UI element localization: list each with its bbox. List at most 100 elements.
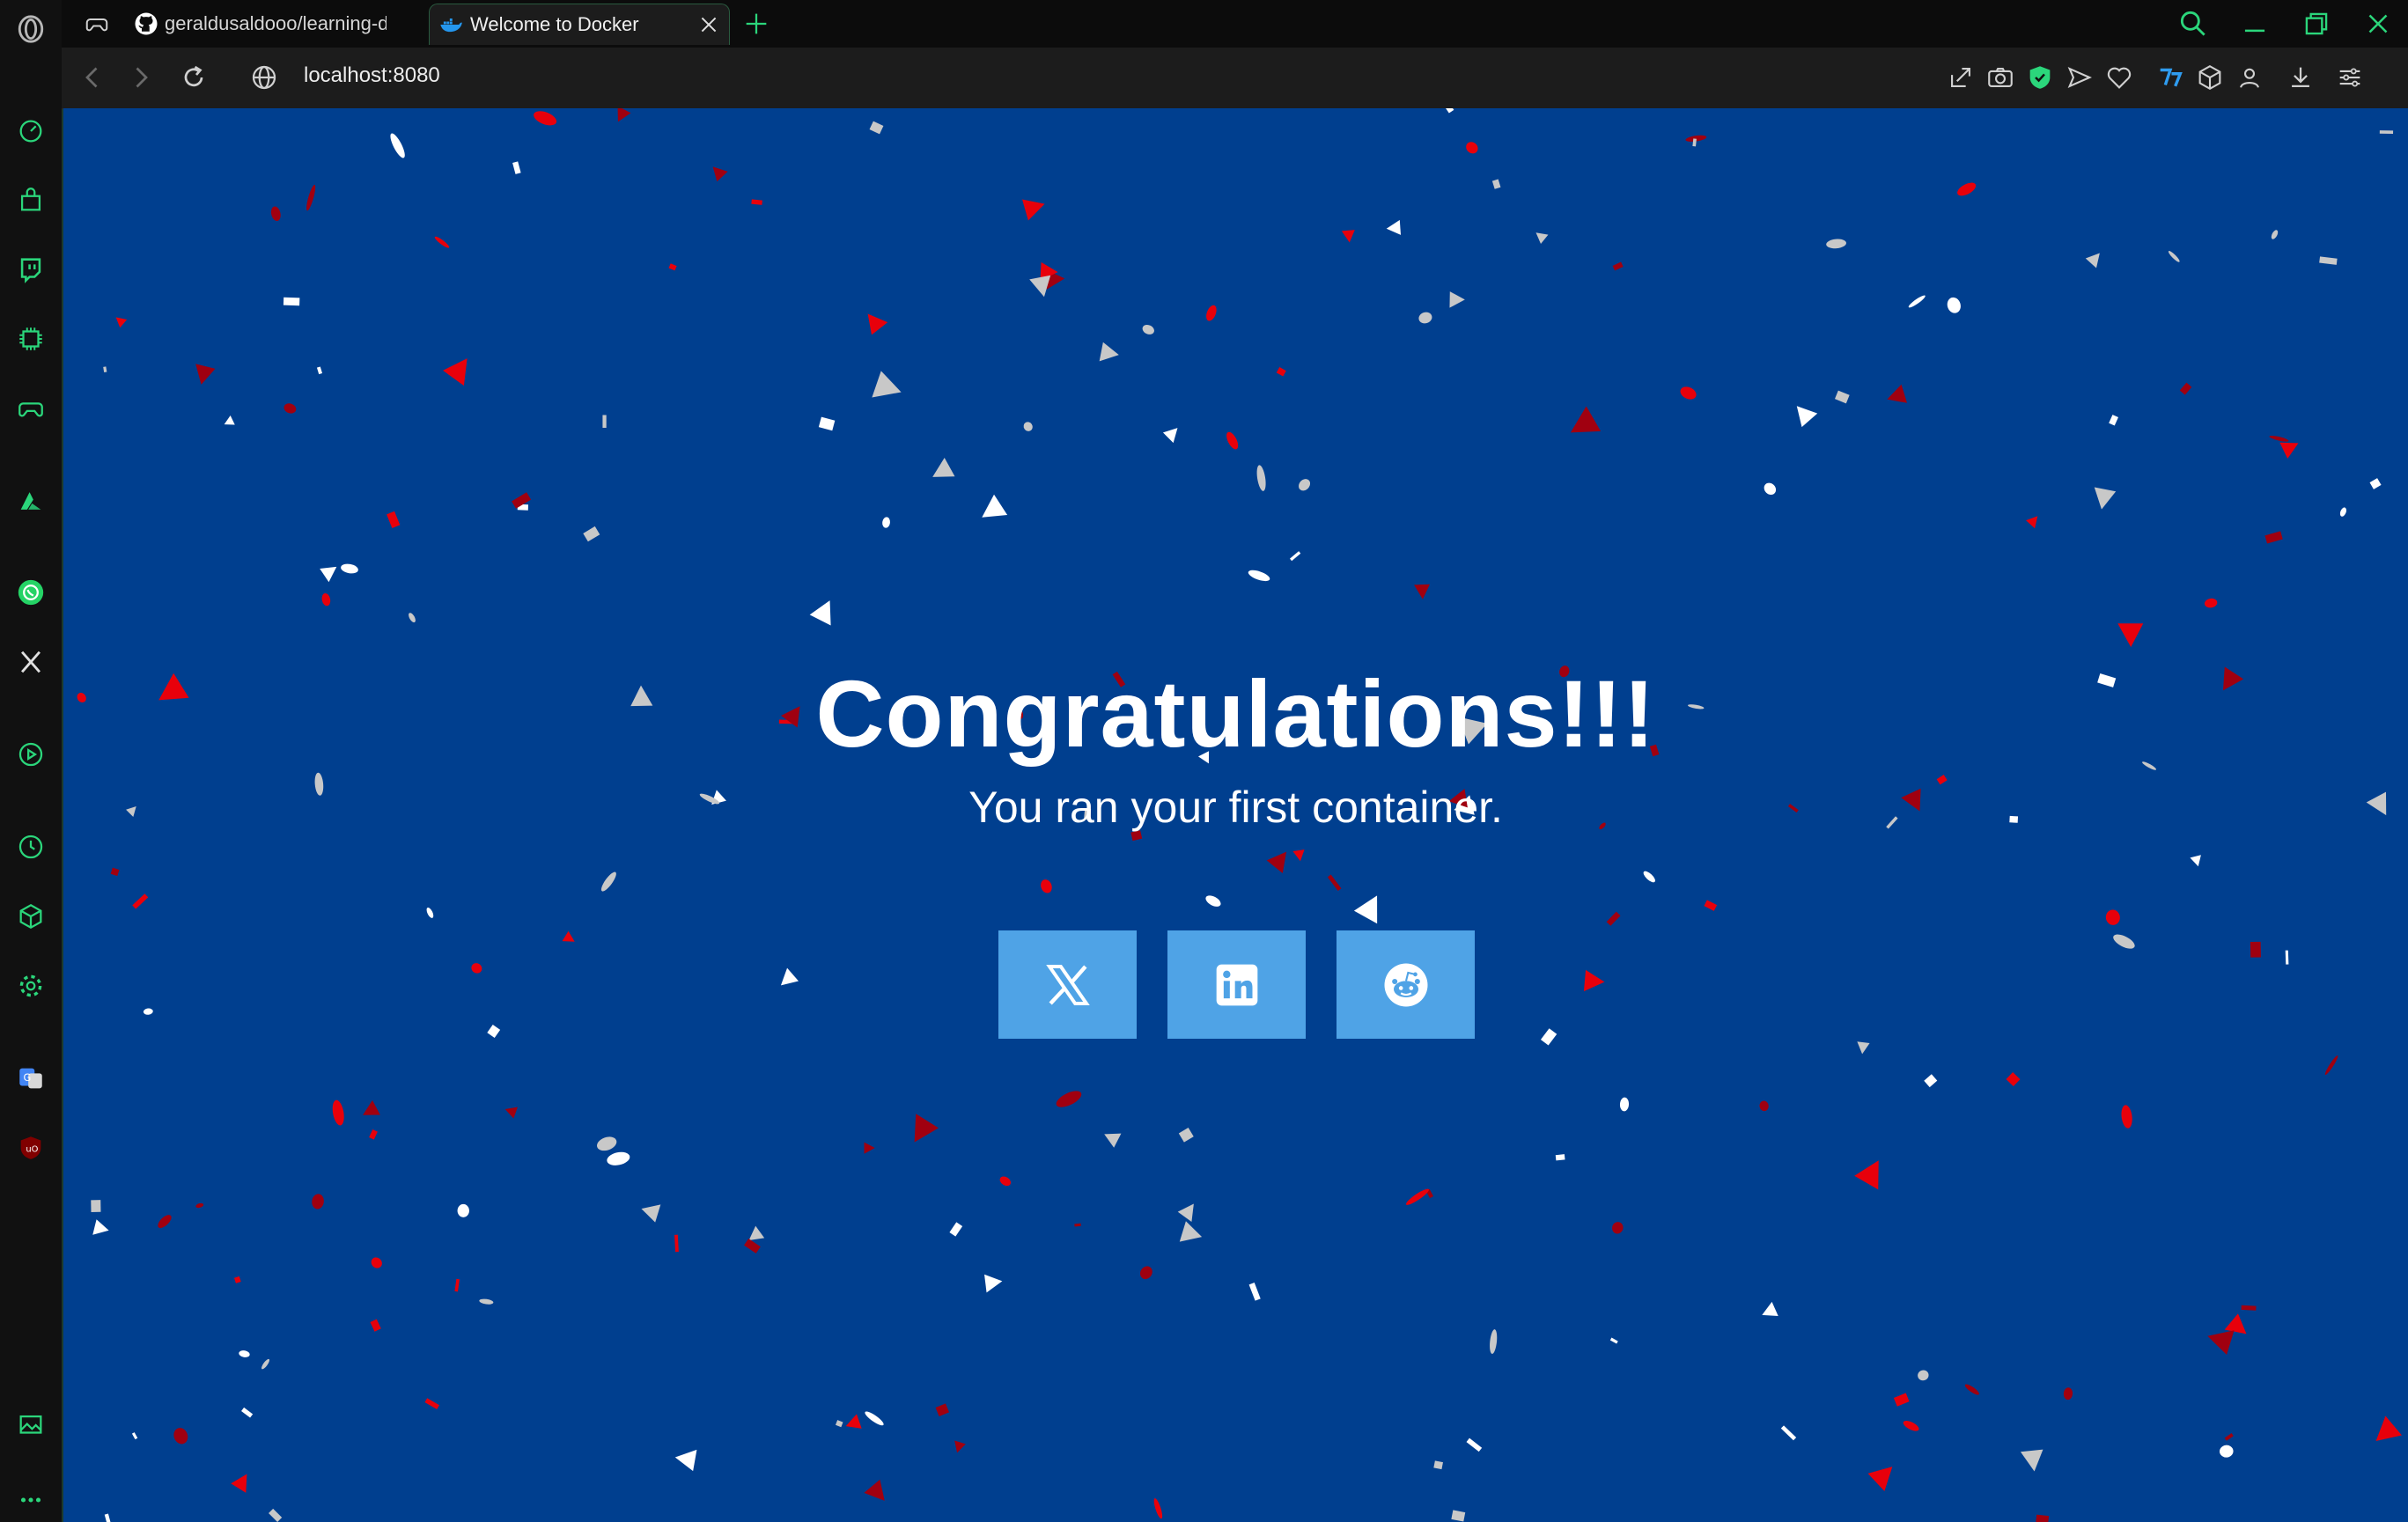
opera-logo-icon[interactable] <box>12 11 49 48</box>
download-icon[interactable] <box>2286 62 2316 92</box>
search-tabs-icon[interactable] <box>2176 7 2210 40</box>
confetti-piece <box>1924 1074 1938 1088</box>
confetti-piece <box>984 1274 1003 1293</box>
confetti-piece <box>1491 179 1501 189</box>
confetti-piece <box>1857 1041 1870 1055</box>
share-x-button[interactable] <box>998 930 1137 1039</box>
heart-icon[interactable] <box>2104 62 2134 92</box>
confetti-piece <box>332 1099 344 1126</box>
confetti-piece <box>1153 1498 1163 1519</box>
confetti-piece <box>1162 428 1178 444</box>
confetti-piece <box>982 494 1008 518</box>
share-linkedin-button[interactable] <box>1167 930 1306 1039</box>
aria-icon[interactable] <box>12 482 49 519</box>
confetti-piece <box>1796 406 1818 428</box>
confetti-piece <box>882 517 890 528</box>
shopping-bag-icon[interactable] <box>12 181 49 218</box>
x-icon <box>1045 964 1090 1005</box>
globe-icon[interactable] <box>248 62 280 93</box>
confetti-piece <box>1867 1467 1893 1492</box>
translator-icon[interactable] <box>2155 62 2185 92</box>
confetti-piece <box>1256 465 1266 491</box>
tab-label: Welcome to Docker <box>470 13 639 35</box>
confetti-piece <box>1056 1091 1082 1107</box>
confetti-piece <box>1834 390 1850 404</box>
confetti-piece <box>390 133 405 158</box>
confetti-piece <box>845 1414 862 1429</box>
confetti-piece <box>387 511 401 528</box>
profile-icon[interactable] <box>2235 62 2264 92</box>
forward-icon[interactable] <box>125 62 157 93</box>
more-icon[interactable] <box>12 1482 49 1518</box>
confetti-piece <box>864 1479 885 1501</box>
camera-icon[interactable] <box>1985 62 2015 92</box>
close-window-icon[interactable] <box>2361 7 2395 40</box>
confetti-piece <box>1074 1223 1081 1227</box>
confetti-piece <box>1041 879 1052 893</box>
confetti-piece <box>1023 422 1033 431</box>
confetti-piece <box>1276 367 1286 377</box>
confetti-piece <box>935 1403 950 1417</box>
confetti-piece <box>91 1200 101 1212</box>
confetti-piece <box>1903 1420 1919 1431</box>
tab-welcome-to-docker[interactable]: Welcome to Docker <box>429 4 730 45</box>
confetti-piece <box>487 1025 501 1039</box>
settings-icon[interactable] <box>12 967 49 1004</box>
speed-dial-icon[interactable] <box>12 113 49 150</box>
reload-icon[interactable] <box>178 62 210 93</box>
confetti-piece <box>1583 969 1605 992</box>
restore-icon[interactable] <box>2300 7 2333 40</box>
confetti-piece <box>1680 386 1697 400</box>
confetti-piece <box>2369 478 2382 489</box>
confetti-piece <box>865 1411 884 1426</box>
ublock-icon[interactable]: uO <box>12 1129 49 1166</box>
share-reddit-button[interactable] <box>1337 930 1475 1039</box>
vpn-shield-icon[interactable] <box>2025 62 2055 92</box>
ai-chip-icon[interactable] <box>12 320 49 357</box>
new-tab-icon[interactable] <box>741 9 771 39</box>
twitch-icon[interactable] <box>12 251 49 288</box>
back-icon[interactable] <box>77 62 108 93</box>
url-field[interactable]: localhost:8080 <box>304 63 440 88</box>
confetti-piece <box>1957 182 1977 196</box>
translate-icon[interactable]: G <box>12 1060 49 1097</box>
confetti-piece <box>1386 219 1401 235</box>
confetti-piece <box>1248 570 1270 582</box>
share-icon[interactable] <box>1946 62 1976 92</box>
confetti-piece <box>2168 251 2180 262</box>
player-icon[interactable] <box>12 736 49 773</box>
confetti-piece <box>1290 551 1301 562</box>
confetti-piece <box>363 1099 380 1115</box>
confetti-piece <box>409 613 416 623</box>
confetti-piece <box>2085 253 2100 268</box>
confetti-piece <box>602 415 607 428</box>
extensions-icon[interactable] <box>12 898 49 935</box>
gallery-icon[interactable] <box>12 1407 49 1444</box>
extensions-cube-icon[interactable] <box>2195 62 2225 92</box>
confetti-piece <box>914 1114 939 1143</box>
confetti-piece <box>2063 1387 2073 1401</box>
minimize-icon[interactable] <box>2238 7 2272 40</box>
close-tab-icon[interactable] <box>697 13 720 36</box>
whatsapp-icon[interactable] <box>12 574 49 611</box>
confetti-piece <box>1414 584 1431 599</box>
confetti-piece <box>864 1142 875 1154</box>
easy-setup-icon[interactable] <box>2335 62 2365 92</box>
gamepad-icon[interactable] <box>12 390 49 427</box>
x-icon[interactable] <box>12 643 49 680</box>
history-icon[interactable] <box>12 828 49 865</box>
confetti-piece <box>780 967 799 986</box>
confetti-piece <box>2006 1072 2021 1087</box>
confetti-piece <box>2224 1433 2234 1441</box>
confetti-piece <box>674 1449 697 1472</box>
confetti-piece <box>2179 382 2192 395</box>
confetti-piece <box>306 184 316 211</box>
confetti-piece <box>341 563 358 574</box>
confetti-piece <box>132 893 149 909</box>
confetti-piece <box>2224 1313 2247 1335</box>
confetti-piece <box>224 415 235 425</box>
confetti-piece <box>1609 1337 1618 1344</box>
send-icon[interactable] <box>2065 62 2095 92</box>
confetti-piece <box>143 1008 153 1015</box>
pinned-tab-gx-games[interactable] <box>79 4 114 44</box>
